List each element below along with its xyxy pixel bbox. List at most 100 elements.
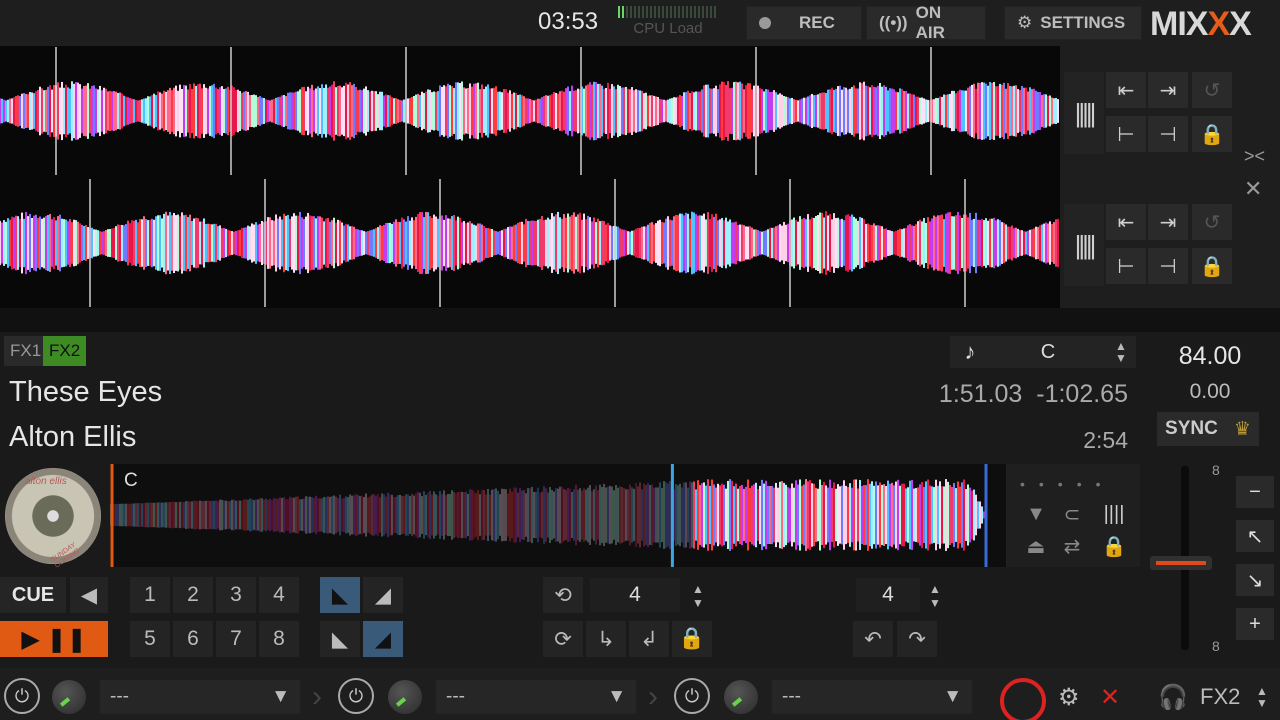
- hotcue-8[interactable]: 8: [259, 621, 299, 657]
- key-value: C: [1040, 340, 1056, 363]
- chevron-down-icon: ▼: [943, 686, 962, 707]
- effect3-select[interactable]: --- ▼: [772, 680, 972, 714]
- intro-end-icon[interactable]: ◢: [363, 577, 403, 613]
- bpm-display[interactable]: 84.00: [1140, 342, 1280, 371]
- broadcast-icon: ((•)): [879, 13, 908, 32]
- headphones-icon[interactable]: 🎧: [1158, 680, 1188, 714]
- beat-align-handle-deck1[interactable]: |||||: [1064, 72, 1104, 154]
- beats-earlier-button[interactable]: ⇤: [1106, 72, 1146, 108]
- fx-unit-spinner[interactable]: ▲ ▼: [1256, 680, 1268, 714]
- beats-later-button[interactable]: ⇥: [1148, 72, 1188, 108]
- eject-icon[interactable]: ⏏: [1016, 532, 1056, 560]
- play-pause-button[interactable]: ▶ ❚❚: [0, 621, 108, 657]
- quantize-icon[interactable]: ⊂: [1052, 500, 1092, 528]
- sync-button[interactable]: SYNC ♛: [1157, 412, 1259, 446]
- waveform-display: [0, 47, 1059, 307]
- top-toolbar: 03:53 CPU Load REC ((•)) ON AIR ⚙ SETTIN…: [0, 0, 1280, 46]
- beats-adjust-faster-button-2[interactable]: ⊣: [1148, 248, 1188, 284]
- effect3-power-icon[interactable]: ⏻: [674, 678, 710, 714]
- dots-indicator: •••••: [1020, 476, 1115, 492]
- intro-start-icon[interactable]: ◣: [320, 577, 360, 613]
- effect2-power-icon[interactable]: ⏻: [338, 678, 374, 714]
- rate-fader[interactable]: 8 8 − ↖ ↘ +: [1140, 460, 1280, 660]
- track-time: 1:51.03 -1:02.65: [939, 380, 1128, 409]
- cue-marker-label: C: [124, 470, 138, 491]
- vinyl-control-icon[interactable]: ▼: [1016, 500, 1056, 528]
- beatjump-forward-icon[interactable]: ↷: [897, 621, 937, 657]
- fx2-toggle[interactable]: FX2: [43, 336, 87, 366]
- fx1-toggle[interactable]: FX1: [4, 336, 48, 366]
- beatgrid-lock-icon[interactable]: 🔒: [1192, 116, 1232, 152]
- separator: ›: [312, 680, 322, 713]
- cpu-load-meter: CPU Load: [618, 6, 718, 37]
- hotcue-4[interactable]: 4: [259, 577, 299, 613]
- mute-sync-icon[interactable]: ✕: [1244, 176, 1262, 202]
- beats-earlier-button-2[interactable]: ⇤: [1106, 204, 1146, 240]
- beats-adjust-faster-button[interactable]: ⊣: [1148, 116, 1188, 152]
- beats-adjust-slower-button-2[interactable]: ⊢: [1106, 248, 1146, 284]
- music-note-icon[interactable]: ♪: [950, 339, 990, 365]
- loop-in-icon[interactable]: ↳: [586, 621, 626, 657]
- key-spinner[interactable]: ▲ ▼: [1106, 340, 1136, 364]
- gear-icon: ⚙: [1017, 13, 1033, 32]
- reloop-icon[interactable]: ⟳: [543, 621, 583, 657]
- on-air-button[interactable]: ((•)) ON AIR: [866, 3, 986, 42]
- outro-start-icon[interactable]: ◣: [320, 621, 360, 657]
- effect3-meta-knob[interactable]: [724, 680, 758, 714]
- cue-button[interactable]: CUE: [0, 577, 66, 613]
- collapse-icon[interactable]: ><: [1244, 146, 1265, 167]
- loop-size-spinner[interactable]: ▲ ▼: [685, 578, 711, 612]
- rate-temp-down-icon[interactable]: ↘: [1236, 564, 1274, 596]
- fx-unit-label: FX2: [1200, 684, 1241, 709]
- hotcue-5[interactable]: 5: [130, 621, 170, 657]
- effect2-select[interactable]: --- ▼: [436, 680, 636, 714]
- keylock-icon[interactable]: ||||: [1094, 500, 1134, 528]
- rate-fader-handle[interactable]: [1150, 556, 1212, 570]
- hotcue-6[interactable]: 6: [173, 621, 213, 657]
- deck-beatgrid-controls: ||||| ⇤ ⇥ ↺ ⊢ ⊣ 🔒 >< ✕ ||||| ⇤ ⇥ ↺ ⊢ ⊣ 🔒: [1060, 46, 1280, 308]
- beatjump-size-spinner[interactable]: ▲ ▼: [922, 578, 948, 612]
- rate-down-button[interactable]: −: [1236, 476, 1274, 508]
- scrolling-waveforms[interactable]: [0, 46, 1060, 308]
- rate-temp-up-icon[interactable]: ↖: [1236, 520, 1274, 552]
- outro-end-icon[interactable]: ◢: [363, 621, 403, 657]
- clock: 03:53: [538, 8, 599, 35]
- cover-art[interactable]: alton ellis SUNDAY COMING: [5, 468, 101, 570]
- loop-toggle-icon[interactable]: ⟲: [543, 577, 583, 613]
- waveform-overview[interactable]: C: [110, 464, 1006, 567]
- loop-lock-icon[interactable]: 🔒: [672, 621, 712, 657]
- hotcue-2[interactable]: 2: [173, 577, 213, 613]
- rate-up-button[interactable]: +: [1236, 608, 1274, 640]
- settings-button[interactable]: ⚙ SETTINGS: [1004, 6, 1142, 40]
- effect1-meta-knob[interactable]: [52, 680, 86, 714]
- mixxx-logo: MIXXX: [1150, 5, 1252, 43]
- loop-out-icon[interactable]: ↲: [629, 621, 669, 657]
- effect-settings-gear-icon[interactable]: ⚙: [1058, 680, 1080, 714]
- beatjump-size[interactable]: 4: [856, 578, 920, 612]
- effect1-select[interactable]: --- ▼: [100, 680, 300, 714]
- hotcue-1[interactable]: 1: [130, 577, 170, 613]
- beat-align-handle-deck2[interactable]: |||||: [1064, 204, 1104, 286]
- record-button[interactable]: REC: [746, 6, 862, 40]
- beats-later-button-2[interactable]: ⇥: [1148, 204, 1188, 240]
- beatgrid-lock-icon-2[interactable]: 🔒: [1192, 248, 1232, 284]
- effect2-meta-knob[interactable]: [388, 680, 422, 714]
- repeat-icon[interactable]: ⇄: [1052, 532, 1092, 560]
- loop-size[interactable]: 4: [590, 578, 680, 612]
- undo-beatgrid-icon-2[interactable]: ↺: [1192, 204, 1232, 240]
- separator: ›: [648, 680, 658, 713]
- effect-unit-mix-knob[interactable]: [1000, 678, 1046, 720]
- beats-adjust-slower-button[interactable]: ⊢: [1106, 116, 1146, 152]
- slip-lock-icon[interactable]: 🔒: [1094, 532, 1134, 560]
- beatjump-back-icon[interactable]: ↶: [853, 621, 893, 657]
- effect1-power-icon[interactable]: ⏻: [4, 678, 40, 714]
- reverse-icon[interactable]: ◀: [70, 577, 108, 613]
- undo-beatgrid-icon[interactable]: ↺: [1192, 72, 1232, 108]
- track-duration: 2:54: [1083, 427, 1128, 453]
- crown-icon[interactable]: ♛: [1234, 418, 1251, 441]
- effect-chain-disable-icon[interactable]: ✕: [1100, 680, 1120, 714]
- hotcue-7[interactable]: 7: [216, 621, 256, 657]
- time-remaining: -1:02.65: [1036, 380, 1128, 408]
- section-divider: [0, 308, 1280, 332]
- hotcue-3[interactable]: 3: [216, 577, 256, 613]
